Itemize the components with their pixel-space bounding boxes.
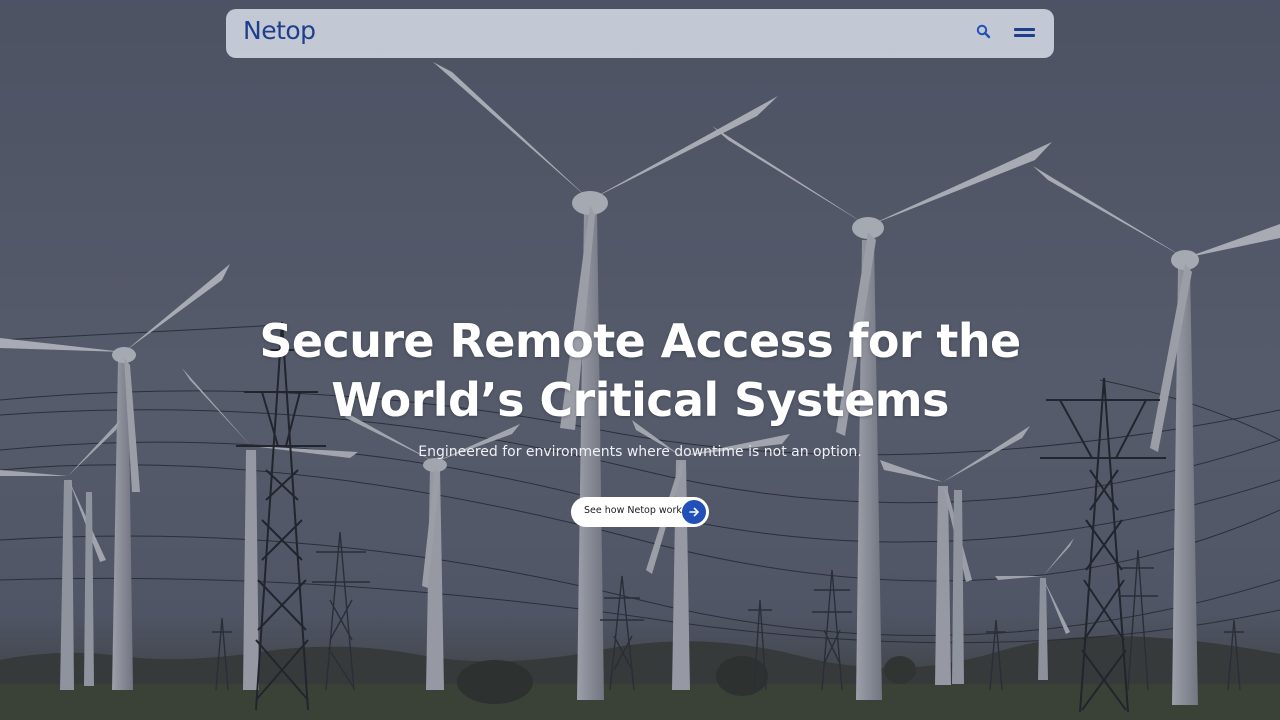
- cta-label: See how Netop works: [584, 505, 687, 516]
- search-icon[interactable]: [974, 22, 996, 44]
- hero-title-line-1: Secure Remote Access for the: [259, 314, 1021, 368]
- hero-title: Secure Remote Access for the World’s Cri…: [240, 312, 1040, 430]
- hero-subtitle: Engineered for environments where downti…: [418, 444, 862, 460]
- hamburger-menu-icon[interactable]: [1012, 23, 1038, 43]
- see-how-netop-works-button[interactable]: See how Netop works: [571, 497, 709, 527]
- arrow-right-icon: [682, 500, 706, 524]
- top-navigation-bar: Netop: [226, 9, 1054, 58]
- netop-logo[interactable]: Netop: [243, 16, 316, 45]
- hero-title-line-2: World’s Critical Systems: [331, 373, 949, 427]
